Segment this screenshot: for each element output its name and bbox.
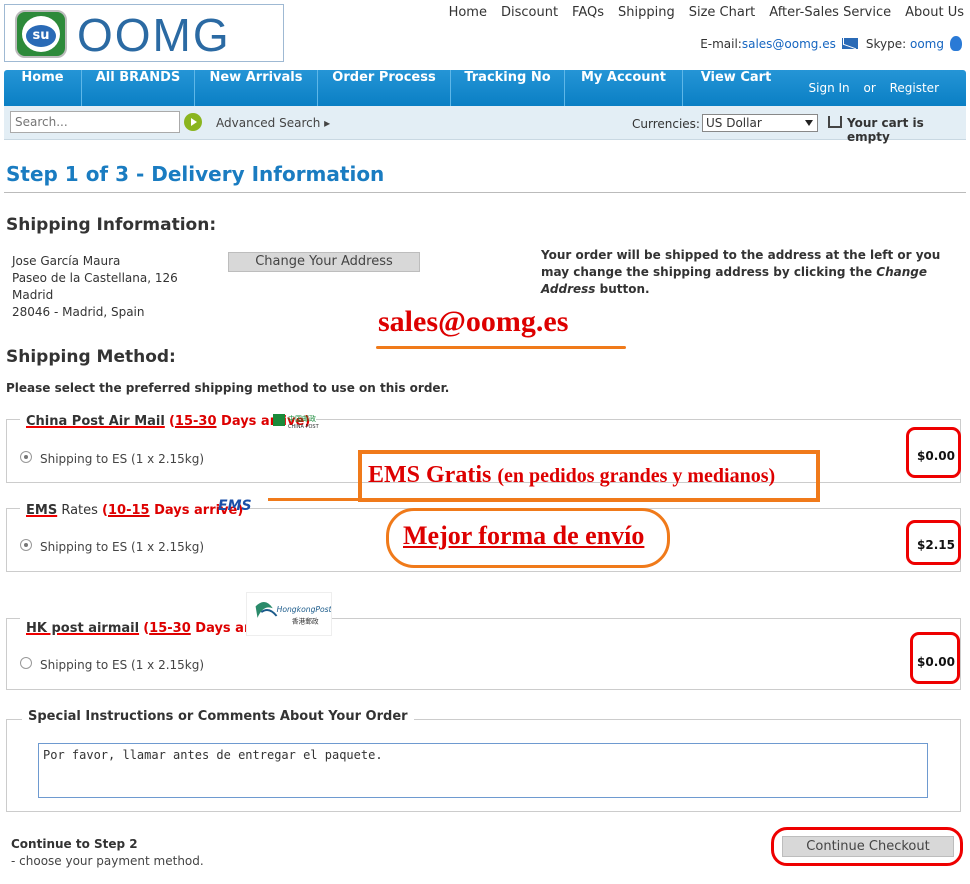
contact-bar: E-mail: sales@oomg.es Skype: oomg	[700, 36, 962, 51]
nav-all-brands[interactable]: All BRANDS	[82, 70, 195, 106]
site-logo[interactable]: su OOMG	[4, 4, 284, 62]
nav-tracking-no[interactable]: Tracking No	[451, 70, 565, 106]
address-line: Madrid	[12, 288, 54, 302]
title-divider	[4, 192, 966, 193]
shipping-method-heading: Shipping Method:	[6, 347, 176, 367]
currencies-label: Currencies:	[632, 117, 700, 131]
skype-label: Skype:	[865, 36, 907, 51]
svg-text:香港郵政: 香港郵政	[292, 617, 319, 626]
top-link-after-sales[interactable]: After-Sales Service	[769, 5, 891, 20]
advanced-search-link[interactable]: Advanced Search ▸	[216, 116, 330, 130]
top-links: Home Discount FAQs Shipping Size Chart A…	[435, 5, 964, 20]
annotation-continue-box	[771, 827, 963, 866]
shipping-option-title: EMS Rates (10-15 Days arrive)	[20, 499, 250, 522]
annotation-price-box	[910, 632, 960, 684]
shipping-radio-hk-post[interactable]	[20, 657, 32, 669]
skype-link[interactable]: oomg	[910, 37, 944, 51]
address-line: Jose García Maura	[12, 254, 121, 268]
shipping-instruction: Please select the preferred shipping met…	[6, 381, 450, 395]
auth-links: Sign In or Register	[804, 70, 944, 106]
annotation-best-box: Mejor forma de envío	[386, 508, 670, 568]
annotation-connector	[268, 498, 360, 501]
shipping-option-line: Shipping to ES (1 x 2.15kg)	[40, 452, 205, 466]
comments-textarea[interactable]: Por favor, llamar antes de entregar el p…	[38, 743, 928, 798]
annotation-best-text: Mejor forma de envío	[403, 521, 645, 550]
annotation-price-box	[906, 520, 961, 565]
search-input[interactable]	[10, 111, 180, 133]
or-text: or	[863, 81, 876, 95]
continue-subtitle: - choose your payment method.	[11, 854, 204, 868]
shipping-option-line: Shipping to ES (1 x 2.15kg)	[40, 540, 205, 554]
annotation-underline	[376, 346, 626, 349]
top-link-discount[interactable]: Discount	[501, 5, 558, 20]
svg-text:CHINA POST: CHINA POST	[288, 424, 320, 430]
comments-legend: Special Instructions or Comments About Y…	[22, 709, 414, 724]
stumbleupon-badge-icon: su	[15, 10, 67, 58]
sign-in-link[interactable]: Sign In	[809, 81, 850, 95]
currency-select[interactable]: US Dollar	[702, 114, 818, 132]
annotation-ems-title: EMS Gratis	[368, 462, 492, 488]
address-line: Paseo de la Castellana, 126	[12, 271, 178, 285]
nav-new-arrivals[interactable]: New Arrivals	[195, 70, 318, 106]
top-link-shipping[interactable]: Shipping	[618, 5, 675, 20]
page-title: Step 1 of 3 - Delivery Information	[6, 162, 385, 186]
email-link[interactable]: sales@oomg.es	[742, 37, 836, 51]
nav-my-account[interactable]: My Account	[565, 70, 683, 106]
shipping-note: Your order will be shipped to the addres…	[541, 248, 941, 296]
register-link[interactable]: Register	[890, 81, 939, 95]
search-go-icon[interactable]	[184, 113, 202, 131]
svg-text:HongkongPost: HongkongPost	[277, 605, 332, 614]
chevron-down-icon	[805, 120, 813, 126]
ems-logo-icon: EMS	[218, 498, 252, 514]
mail-icon[interactable]	[841, 38, 858, 49]
logo-text: OOMG	[77, 9, 231, 61]
shipping-radio-ems[interactable]	[20, 539, 32, 551]
shipping-radio-china-post[interactable]	[20, 451, 32, 463]
change-address-button[interactable]: Change Your Address	[228, 252, 420, 272]
nav-order-process[interactable]: Order Process	[318, 70, 451, 106]
search-bar: Advanced Search ▸ Currencies: US Dollar …	[4, 106, 966, 144]
address-line: 28046 - Madrid, Spain	[12, 305, 145, 319]
shipping-info-heading: Shipping Information:	[6, 215, 217, 235]
annotation-ems-box: EMS Gratis (en pedidos grandes y mediano…	[358, 450, 820, 502]
china-post-logo-icon: 中国邮政 CHINA POST	[273, 414, 320, 430]
hongkong-post-logo-icon: HongkongPost 香港郵政	[246, 592, 332, 636]
nav-view-cart[interactable]: View Cart	[683, 70, 789, 106]
svg-text:中国邮政: 中国邮政	[288, 414, 316, 423]
top-link-about-us[interactable]: About Us	[905, 5, 964, 20]
top-link-faqs[interactable]: FAQs	[572, 5, 604, 20]
email-label: E-mail:	[700, 36, 742, 51]
currency-value: US Dollar	[706, 116, 762, 130]
annotation-ems-subtitle: (en pedidos grandes y medianos)	[497, 465, 776, 487]
skype-icon[interactable]	[950, 36, 962, 51]
annotation-email: sales@oomg.es	[378, 305, 569, 338]
shipping-option-line: Shipping to ES (1 x 2.15kg)	[40, 658, 205, 672]
continue-title: Continue to Step 2	[11, 837, 138, 851]
cart-icon[interactable]	[828, 116, 842, 128]
annotation-price-box	[906, 427, 961, 478]
cart-status[interactable]: Your cart is empty	[847, 116, 966, 144]
main-nav: Home All BRANDS New Arrivals Order Proce…	[4, 70, 966, 106]
shipping-address: Jose García Maura Paseo de la Castellana…	[12, 253, 178, 321]
top-link-home[interactable]: Home	[449, 5, 487, 20]
top-link-size-chart[interactable]: Size Chart	[689, 5, 756, 20]
nav-home[interactable]: Home	[4, 70, 82, 106]
